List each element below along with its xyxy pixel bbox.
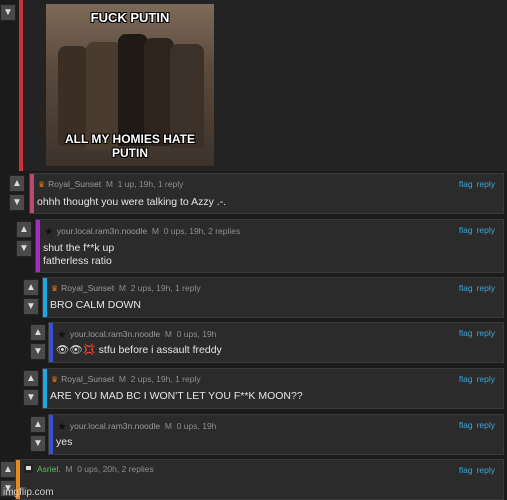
mod-badge: M	[118, 283, 126, 293]
meme-person	[58, 46, 88, 146]
top-post-accent-bar	[19, 0, 23, 171]
flag-link[interactable]: flag	[459, 179, 473, 189]
flag-link[interactable]: flag	[459, 374, 473, 384]
crown-icon: ♛	[51, 284, 59, 293]
comment-depth-bar	[43, 369, 47, 408]
comment-meta: 0 ups, 19h	[176, 329, 217, 339]
comment-header: ★ your.local.ram3n.noodle M 0 ups, 19h	[57, 420, 216, 433]
reply-link[interactable]: reply	[477, 283, 495, 293]
upvote-button[interactable]: ▲	[30, 324, 46, 341]
comment-body: BRO CALM DOWN	[50, 299, 142, 311]
comment-header: ♛ Royal_Sunset M 2 ups, 19h, 1 reply	[51, 283, 201, 293]
reply-link[interactable]: reply	[477, 328, 495, 338]
username[interactable]: your.local.ram3n.noodle	[70, 329, 160, 339]
avatar-star-icon: ★	[57, 329, 67, 341]
comment-controls: flag reply	[455, 225, 495, 235]
upvote-button[interactable]: ▲	[0, 461, 16, 478]
flag-link[interactable]: flag	[459, 420, 473, 430]
upvote-button[interactable]: ▲	[23, 279, 39, 296]
upvote-button[interactable]: ▲	[30, 416, 46, 433]
comment: ♛ Royal_Sunset M 2 ups, 19h, 1 reply flag…	[42, 277, 504, 318]
comment-depth-bar	[30, 174, 34, 213]
comment-body: ohhh thought you were talking to Azzy .-…	[37, 196, 227, 208]
reply-link[interactable]: reply	[477, 465, 495, 475]
comment-controls: flag reply	[455, 179, 495, 189]
comment: ♛ Royal_Sunset M 1 up, 19h, 1 reply flag r…	[29, 173, 504, 214]
downvote-button[interactable]: ▼	[9, 194, 25, 211]
comment-depth-bar	[43, 278, 47, 317]
comment: Asriel. M 0 ups, 20h, 2 replies flag repl…	[15, 459, 504, 500]
flag-link[interactable]: flag	[459, 465, 473, 475]
comment-controls: flag reply	[455, 420, 495, 430]
meme-caption-top: FUCK PUTIN	[90, 10, 170, 25]
comment-body: 👁👁💢 stfu before i assault freddy	[56, 344, 222, 356]
comment-header: ★ your.local.ram3n.noodle M 0 ups, 19h, 2…	[44, 225, 240, 238]
crown-icon: ♛	[51, 375, 59, 384]
crown-icon: ♛	[38, 180, 46, 189]
reply-link[interactable]: reply	[477, 225, 495, 235]
mod-badge: M	[151, 226, 159, 236]
comment-controls: flag reply	[455, 328, 495, 338]
avatar-star-icon: ★	[57, 421, 67, 433]
comment-depth-bar	[49, 415, 53, 454]
comment-meta: 1 up, 19h, 1 reply	[117, 179, 184, 189]
comment: ♛ Royal_Sunset M 2 ups, 19h, 1 reply flag…	[42, 368, 504, 409]
flag-link[interactable]: flag	[459, 328, 473, 338]
reply-link[interactable]: reply	[477, 179, 495, 189]
comment-depth-bar	[36, 220, 40, 272]
comment-header: Asriel. M 0 ups, 20h, 2 replies	[24, 464, 154, 474]
comment-meta: 0 ups, 19h, 2 replies	[163, 226, 241, 236]
comment: ★ your.local.ram3n.noodle M 0 ups, 19h, 2…	[35, 219, 504, 273]
comment-controls: flag reply	[455, 465, 495, 475]
downvote-button[interactable]: ▼	[23, 298, 39, 315]
upvote-button[interactable]: ▲	[23, 370, 39, 387]
watermark: imgflip.com	[3, 487, 54, 498]
comment: ★ your.local.ram3n.noodle M 0 ups, 19h fl…	[48, 322, 504, 363]
comment-body: shut the f**k up fatherless ratio	[43, 242, 115, 267]
username[interactable]: Royal_Sunset	[61, 283, 114, 293]
downvote-button[interactable]: ▼	[16, 240, 32, 257]
username[interactable]: your.local.ram3n.noodle	[57, 226, 147, 236]
mod-badge: M	[164, 421, 172, 431]
comment-header: ♛ Royal_Sunset M 1 up, 19h, 1 reply	[38, 179, 183, 189]
comment-body: ARE YOU MAD BC I WON'T LET YOU F**K MOON…	[50, 390, 303, 402]
comment-body: yes	[56, 436, 73, 448]
comment-meta: 0 ups, 19h	[176, 421, 217, 431]
comment-meta: 0 ups, 20h, 2 replies	[77, 464, 154, 474]
flag-link[interactable]: flag	[459, 225, 473, 235]
username[interactable]: Royal_Sunset	[48, 179, 101, 189]
reply-link[interactable]: reply	[477, 420, 495, 430]
top-post: FUCK PUTIN ALL MY HOMIES HATE PUTIN	[19, 0, 507, 171]
upvote-button[interactable]: ▲	[16, 221, 32, 238]
avatar-star-icon: ★	[44, 226, 54, 238]
mod-badge: M	[164, 329, 172, 339]
flag-link[interactable]: flag	[459, 283, 473, 293]
downvote-button[interactable]: ▼	[23, 389, 39, 406]
downvote-button[interactable]: ▼	[0, 4, 16, 21]
comment-header: ★ your.local.ram3n.noodle M 0 ups, 19h	[57, 328, 216, 341]
comment-header: ♛ Royal_Sunset M 2 ups, 19h, 1 reply	[51, 374, 201, 384]
meme-image[interactable]: FUCK PUTIN ALL MY HOMIES HATE PUTIN	[46, 4, 214, 166]
username[interactable]: Asriel.	[37, 464, 61, 474]
mod-badge: M	[65, 464, 73, 474]
avatar-pixel-icon	[24, 464, 33, 473]
reply-link[interactable]: reply	[477, 374, 495, 384]
downvote-button[interactable]: ▼	[30, 343, 46, 360]
username[interactable]: Royal_Sunset	[61, 374, 114, 384]
mod-badge: M	[118, 374, 126, 384]
comment: ★ your.local.ram3n.noodle M 0 ups, 19h fl…	[48, 414, 504, 455]
comment-controls: flag reply	[455, 283, 495, 293]
comment-meta: 2 ups, 19h, 1 reply	[130, 283, 201, 293]
mod-badge: M	[105, 179, 113, 189]
meme-caption-bottom: ALL MY HOMIES HATE PUTIN	[64, 132, 195, 160]
username[interactable]: your.local.ram3n.noodle	[70, 421, 160, 431]
comment-depth-bar	[49, 323, 53, 362]
comment-controls: flag reply	[455, 374, 495, 384]
upvote-button[interactable]: ▲	[9, 175, 25, 192]
downvote-button[interactable]: ▼	[30, 435, 46, 452]
comment-meta: 2 ups, 19h, 1 reply	[130, 374, 201, 384]
